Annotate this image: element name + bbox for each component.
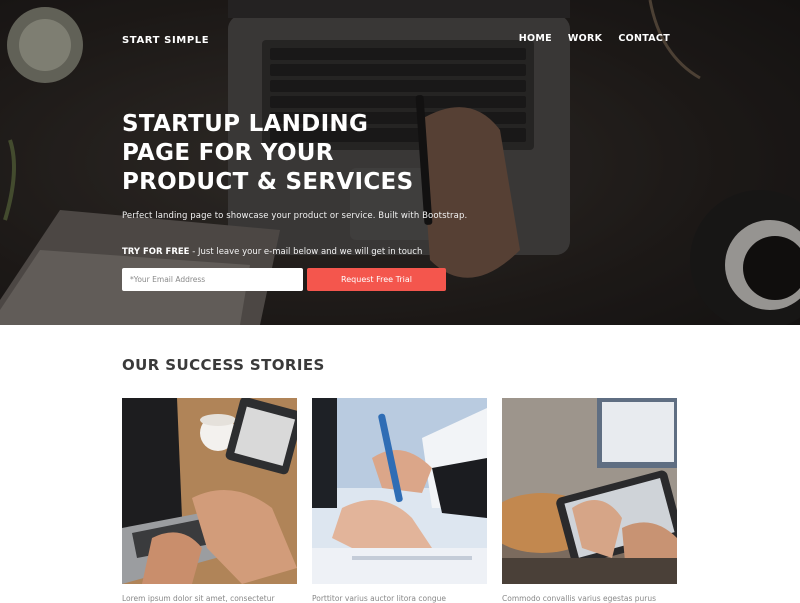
trial-label: TRY FOR FREE [122, 247, 190, 257]
email-input[interactable] [122, 268, 303, 291]
hero-subtitle: Perfect landing page to showcase your pr… [122, 211, 468, 221]
tablet-photo[interactable] [502, 398, 677, 584]
success-stories-section: OUR SUCCESS STORIES Lorem ipsum dolor si… [0, 325, 800, 603]
story-card: Lorem ipsum dolor sit amet, consectetur [122, 398, 297, 603]
trial-text: - Just leave your e-mail below and we wi… [189, 247, 423, 257]
handshake-photo[interactable] [312, 398, 487, 584]
brand-logo[interactable]: START SIMPLE [122, 35, 209, 46]
trial-line: TRY FOR FREE - Just leave your e-mail be… [122, 247, 422, 257]
request-trial-button[interactable]: Request Free Trial [307, 268, 446, 291]
nav-link-contact[interactable]: CONTACT [618, 33, 670, 44]
hero-title: STARTUP LANDING PAGE FOR YOUR PRODUCT & … [122, 111, 414, 195]
story-card: Commodo convallis varius egestas purus [502, 398, 677, 603]
story-card: Porttitor varius auctor litora congue [312, 398, 487, 603]
nav-link-home[interactable]: HOME [519, 33, 552, 44]
hero-section: START SIMPLE HOME WORK CONTACT STARTUP L… [0, 0, 800, 325]
story-caption: Commodo convallis varius egestas purus [502, 594, 657, 603]
story-caption: Porttitor varius auctor litora congue [312, 594, 446, 603]
laptop-photo[interactable] [122, 398, 297, 584]
section-title: OUR SUCCESS STORIES [122, 356, 325, 374]
navbar: START SIMPLE HOME WORK CONTACT [0, 0, 800, 80]
nav-link-work[interactable]: WORK [568, 33, 602, 44]
nav-links: HOME WORK CONTACT [519, 33, 670, 44]
story-caption: Lorem ipsum dolor sit amet, consectetur [122, 594, 275, 603]
